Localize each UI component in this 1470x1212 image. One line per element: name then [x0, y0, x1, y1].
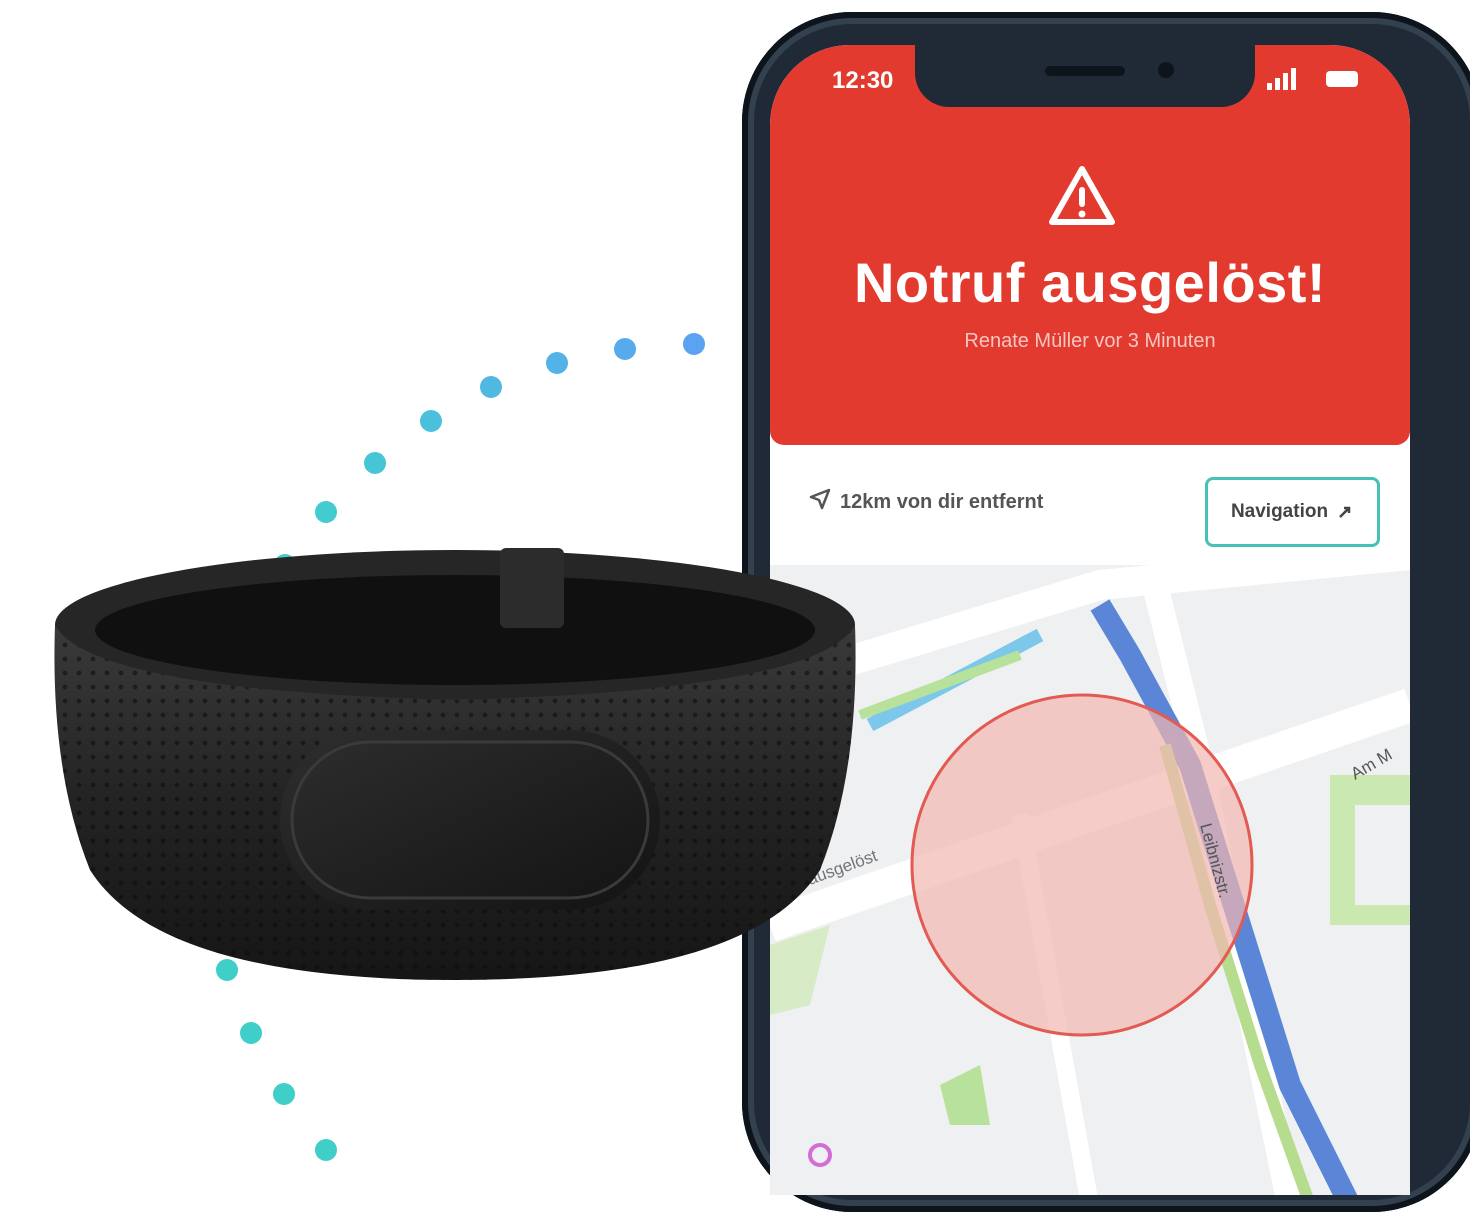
navigation-button[interactable]: Navigation — [1205, 477, 1380, 547]
alert-subtitle: Renate Müller vor 3 Minuten — [964, 330, 1216, 352]
navigation-button-label: Navigation — [1230, 501, 1329, 522]
connection-dot — [315, 1139, 337, 1161]
warning-triangle-icon — [1049, 166, 1115, 225]
phone-speaker — [1045, 66, 1125, 76]
connection-dot — [546, 352, 568, 374]
emergency-area-circle — [910, 693, 1254, 1037]
alert-title: Notruf ausgelöst! — [853, 251, 1327, 314]
connection-dot — [480, 376, 502, 398]
connection-dot — [420, 410, 442, 432]
connection-dot — [683, 333, 705, 355]
nav-arrow-icon — [809, 488, 831, 510]
connection-dot — [364, 452, 386, 474]
connection-dot — [240, 1022, 262, 1044]
band-clasp — [500, 548, 564, 628]
phone-notch — [915, 45, 1255, 107]
connection-dot — [614, 338, 636, 360]
emergency-wristband — [54, 548, 856, 980]
phone-camera — [1158, 62, 1174, 78]
connection-dot — [315, 501, 337, 523]
signal-icon — [1267, 68, 1296, 90]
external-link-icon — [1339, 506, 1351, 518]
map-block — [1355, 805, 1410, 905]
status-bar-time: 12:30 — [832, 67, 894, 94]
band-inner — [95, 575, 815, 685]
connection-dot — [273, 1083, 295, 1105]
distance-text: 12km von dir entfernt — [840, 491, 1044, 513]
battery-icon — [1326, 71, 1358, 87]
sensor-button — [280, 730, 660, 910]
